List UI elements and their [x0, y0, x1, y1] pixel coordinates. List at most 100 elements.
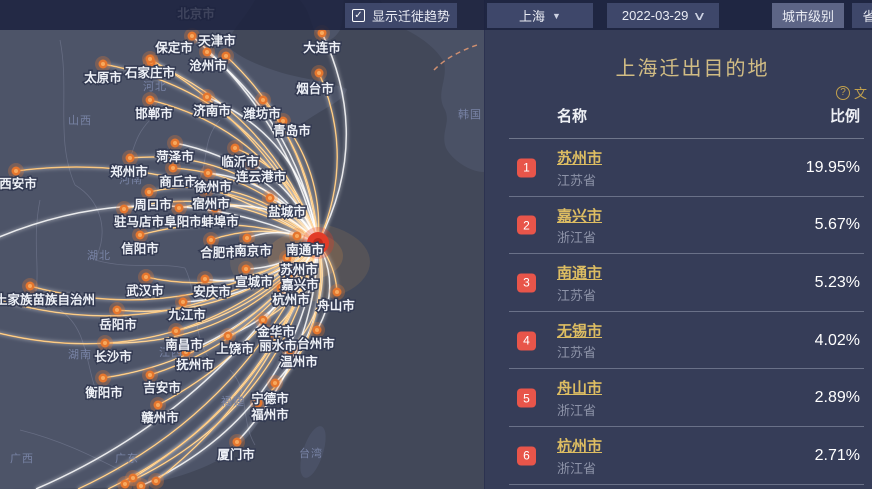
city-dot-core — [14, 169, 18, 173]
city-dropdown[interactable]: 上海 ▼ — [487, 3, 593, 28]
city-label: 保定市 — [154, 40, 193, 55]
rank-badge: 3 — [517, 273, 536, 292]
help-link[interactable]: ? 文 — [836, 83, 867, 102]
city-label: 厦门市 — [217, 447, 255, 462]
city-dot-core — [171, 166, 175, 170]
city-label: 邯郸市 — [135, 106, 173, 121]
city-label: 沧州市 — [189, 58, 227, 73]
city-dot-core — [128, 156, 132, 160]
city-dot-core — [101, 62, 105, 66]
table-header: 名称 比例 — [557, 105, 860, 126]
province-label: 浙江省 — [557, 227, 596, 246]
city-label: 宁德市 — [251, 391, 289, 406]
city-dot-core — [123, 482, 127, 486]
ratio-value: 5.23% — [815, 274, 860, 292]
city-label: 岳阳市 — [99, 317, 137, 332]
tab-city-level[interactable]: 城市级别 — [772, 3, 844, 28]
date-picker[interactable]: 2022-03-29 ∨ — [607, 3, 719, 28]
question-icon: ? — [836, 86, 850, 100]
region-label: 福建 — [221, 394, 245, 408]
city-label: 宿州市 — [192, 196, 230, 211]
city-link[interactable]: 苏州市 — [557, 147, 602, 168]
city-dot-core — [206, 171, 210, 175]
city-dot-core — [320, 31, 324, 35]
city-link[interactable]: 舟山市 — [557, 377, 602, 398]
column-name: 名称 — [557, 105, 587, 126]
rank-badge: 2 — [517, 216, 536, 235]
city-dot-core — [148, 98, 152, 102]
city-dot-core — [181, 300, 185, 304]
rank-badge: 5 — [517, 389, 536, 408]
city-label: 菏泽市 — [156, 149, 194, 164]
city-label: 丽水市 — [259, 338, 297, 353]
city-label: 福州市 — [250, 407, 289, 422]
city-dot-core — [147, 190, 151, 194]
city-dot-core — [138, 233, 142, 237]
city-label: 徐州市 — [193, 179, 232, 194]
city-link[interactable]: 杭州市 — [557, 435, 602, 456]
city-label: 太原市 — [84, 70, 122, 85]
city-dot-core — [281, 119, 285, 123]
city-dot-core — [205, 50, 209, 54]
city-dot-core — [209, 238, 213, 242]
city-dot-core — [173, 141, 177, 145]
city-label: 杭州市 — [272, 292, 310, 307]
destination-row: 4无锡市江苏省4.02% — [485, 312, 872, 370]
city-label: 合肥市 — [200, 245, 238, 260]
top-toolbar: ✓ 显示迁徙趋势 上海 ▼ 2022-03-29 ∨ 城市级别 省 — [0, 0, 872, 30]
date-value: 2022-03-29 — [622, 8, 689, 23]
region-label: 湖北 — [87, 249, 111, 262]
city-label: 衡阳市 — [85, 385, 123, 400]
city-dot-core — [174, 329, 178, 333]
city-dot-core — [144, 275, 148, 279]
city-dot-core — [224, 54, 228, 58]
map-canvas[interactable]: 山西河北河南湖北湖南江西广西广东福建台湾韩国北京市天津市保定市大连市太原市石家庄… — [0, 0, 484, 489]
city-label: 台州市 — [297, 336, 335, 351]
city-label: 石家庄市 — [124, 65, 176, 80]
flow-line — [318, 33, 346, 243]
city-label: 南京市 — [234, 243, 272, 258]
city-dot-core — [148, 57, 152, 61]
city-label: 周口市 — [134, 197, 172, 212]
city-link[interactable]: 南通市 — [557, 262, 602, 283]
column-ratio: 比例 — [830, 105, 860, 126]
city-dot-core — [148, 373, 152, 377]
city-label: 潍坊市 — [242, 106, 281, 121]
region-label: 广西 — [10, 452, 34, 465]
city-label: 舟山市 — [317, 298, 355, 313]
city-label: 烟台市 — [296, 81, 334, 96]
region-label: 河北 — [143, 80, 167, 93]
checkbox-checked-icon[interactable]: ✓ — [352, 9, 365, 22]
ratio-value: 5.67% — [815, 216, 860, 234]
destination-row: 6杭州市浙江省2.71% — [485, 427, 872, 485]
city-dot-core — [317, 71, 321, 75]
city-dot-core — [233, 146, 237, 150]
city-dot-core — [154, 479, 158, 483]
city-label: 安庆市 — [193, 284, 231, 299]
province-label: 江苏省 — [557, 170, 596, 189]
rank-badge: 4 — [517, 331, 536, 350]
city-label: 大连市 — [303, 40, 341, 55]
trend-checkbox-group[interactable]: ✓ 显示迁徙趋势 — [345, 3, 457, 28]
city-dot-core — [115, 308, 119, 312]
caret-down-icon: ▼ — [552, 11, 561, 21]
city-label: 九江市 — [167, 307, 206, 322]
city-label: 温州市 — [280, 354, 318, 369]
city-label: 上饶市 — [216, 341, 254, 356]
city-dropdown-value: 上海 — [519, 6, 545, 25]
city-dot-core — [28, 284, 32, 288]
city-dot-core — [335, 290, 339, 294]
city-label: 南通市 — [286, 242, 324, 257]
city-label: 武汉市 — [126, 283, 164, 298]
tab-province-level[interactable]: 省 — [852, 3, 872, 28]
ratio-value: 19.95% — [806, 159, 860, 177]
city-link[interactable]: 无锡市 — [557, 320, 602, 341]
city-label: 济南市 — [193, 103, 231, 118]
panel-title: 上海迁出目的地 — [499, 52, 872, 81]
ratio-value: 2.71% — [815, 447, 860, 465]
destination-row: 2 嘉兴市浙江省 5.67% — [485, 197, 872, 255]
city-dot-core — [235, 440, 239, 444]
city-link[interactable]: 嘉兴市 — [557, 205, 602, 226]
rank-badge: 1 — [517, 158, 536, 177]
destinations-list: 1苏州市江苏省19.95%2嘉兴市浙江省5.67%3南通市江苏省5.23%4无锡… — [485, 139, 872, 489]
